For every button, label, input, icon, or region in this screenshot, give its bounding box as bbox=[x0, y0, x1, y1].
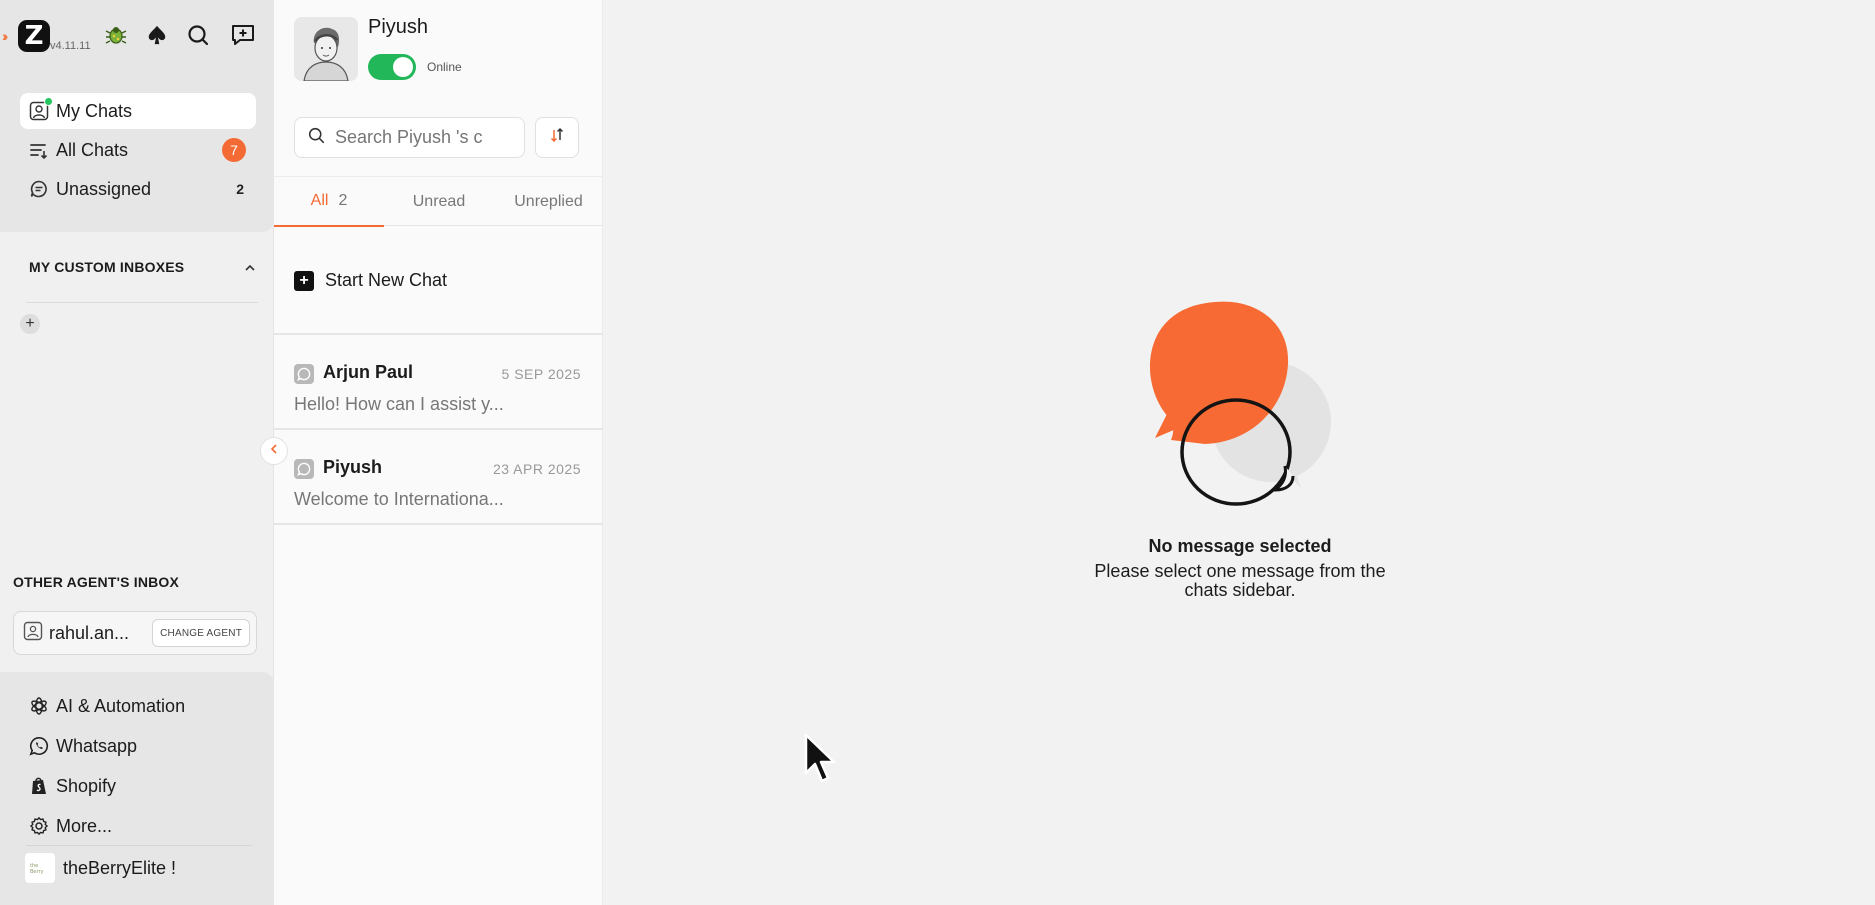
empty-chat-illustration bbox=[1125, 292, 1355, 527]
divider bbox=[26, 845, 252, 846]
search-input[interactable] bbox=[335, 127, 515, 148]
nav-label: Whatsapp bbox=[56, 735, 138, 756]
search-icon[interactable] bbox=[183, 20, 213, 50]
user-chat-icon bbox=[28, 97, 53, 122]
shopify-icon bbox=[28, 775, 50, 797]
nav-shopify[interactable]: Shopify bbox=[28, 770, 116, 802]
nav-all-chats[interactable]: All Chats 7 bbox=[20, 132, 256, 168]
divider bbox=[274, 428, 603, 430]
chat-date: 5 SEP 2025 bbox=[501, 366, 581, 382]
app-logo: Z bbox=[18, 20, 50, 52]
plus-icon: + bbox=[294, 270, 314, 291]
chat-list-panel: Piyush Online All 2 Unread Unreplied + S… bbox=[274, 0, 603, 905]
filter-list-icon bbox=[28, 139, 50, 161]
tab-count: 2 bbox=[338, 192, 348, 209]
chat-contact-name: Piyush bbox=[323, 457, 383, 477]
add-inbox-button[interactable]: + bbox=[20, 314, 40, 334]
tab-label: Unread bbox=[412, 193, 466, 210]
mouse-cursor-icon bbox=[804, 733, 838, 790]
nav-label: AI & Automation bbox=[56, 695, 186, 716]
chat-list-item[interactable]: Piyush 23 APR 2025 Welcome to Internatio… bbox=[274, 439, 603, 533]
search-icon bbox=[308, 127, 325, 149]
whatsapp-icon bbox=[28, 735, 50, 757]
online-status: Online bbox=[427, 60, 462, 74]
chat-date: 23 APR 2025 bbox=[492, 461, 581, 477]
tab-label: Unreplied bbox=[514, 193, 583, 210]
gear-icon bbox=[28, 815, 50, 837]
nav-ai-automation[interactable]: AI & Automation bbox=[28, 690, 185, 722]
chat-preview: Welcome to Internationa... bbox=[294, 489, 504, 509]
nav-more[interactable]: More... bbox=[28, 810, 112, 842]
unassigned-count: 2 bbox=[236, 181, 244, 197]
nav-whatsapp[interactable]: Whatsapp bbox=[28, 730, 137, 762]
divider bbox=[274, 523, 603, 525]
new-message-icon[interactable] bbox=[228, 20, 258, 50]
unread-badge: 7 bbox=[222, 138, 246, 162]
store-name: theBerryElite ! bbox=[63, 857, 177, 878]
online-dot bbox=[44, 97, 53, 106]
change-agent-button[interactable]: CHANGE AGENT bbox=[152, 619, 250, 647]
nav-my-chats[interactable]: My Chats bbox=[20, 93, 256, 129]
tab-all[interactable]: All 2 bbox=[274, 177, 384, 227]
collapse-sidebar-button[interactable] bbox=[260, 437, 288, 465]
nav-unassigned[interactable]: Unassigned 2 bbox=[20, 171, 256, 207]
sidebar: ›› Z v4.11.11 My Chats All Chats 7 Unass… bbox=[0, 0, 274, 905]
bug-icon[interactable] bbox=[101, 20, 131, 50]
chevron-left-icon bbox=[268, 442, 280, 460]
openai-icon bbox=[28, 695, 50, 717]
chat-bubble-icon bbox=[28, 178, 50, 200]
svg-text:Berry: Berry bbox=[30, 869, 44, 875]
empty-state-title: No message selected bbox=[1148, 536, 1332, 556]
conversation-area bbox=[603, 0, 1875, 905]
search-box bbox=[294, 117, 525, 158]
tab-label: All bbox=[310, 192, 329, 209]
start-new-chat-label: Start New Chat bbox=[325, 270, 448, 290]
avatar[interactable] bbox=[294, 17, 358, 81]
store-logo: the Berry bbox=[25, 853, 55, 883]
chevron-up-icon[interactable] bbox=[240, 258, 260, 278]
agent-icon bbox=[23, 621, 43, 646]
tab-unread[interactable]: Unread bbox=[384, 177, 494, 227]
nav-label: More... bbox=[56, 815, 113, 836]
chat-list-item[interactable]: Arjun Paul 5 SEP 2025 Hello! How can I a… bbox=[274, 344, 603, 438]
whatsapp-icon bbox=[294, 364, 314, 384]
divider bbox=[26, 302, 258, 303]
expand-sidebar-icon[interactable]: ›› bbox=[2, 28, 9, 44]
online-toggle[interactable] bbox=[368, 54, 416, 80]
nav-label: Shopify bbox=[56, 775, 117, 796]
nav-label: My Chats bbox=[56, 100, 133, 121]
agent-name: rahul.an... bbox=[49, 622, 130, 643]
app-version: v4.11.11 bbox=[50, 40, 91, 52]
sort-button[interactable] bbox=[535, 117, 579, 158]
sort-icon bbox=[548, 126, 566, 149]
nav-label: All Chats bbox=[56, 139, 129, 160]
user-name: Piyush bbox=[368, 16, 429, 38]
store-switcher[interactable]: the Berry theBerryElite ! bbox=[25, 851, 176, 885]
custom-inboxes-title: MY CUSTOM INBOXES bbox=[29, 259, 185, 275]
tab-unreplied[interactable]: Unreplied bbox=[494, 177, 603, 227]
empty-state-subtitle-line: Please select one message from the bbox=[1094, 561, 1386, 581]
empty-state-subtitle-line: chats sidebar. bbox=[1184, 580, 1296, 600]
chat-contact-name: Arjun Paul bbox=[323, 362, 414, 382]
other-agent-inbox-title: OTHER AGENT'S INBOX bbox=[13, 574, 180, 590]
empty-state-subtitle: Please select one message from the chats… bbox=[1040, 562, 1440, 600]
spade-icon[interactable] bbox=[142, 20, 172, 50]
agent-selector: rahul.an... CHANGE AGENT bbox=[13, 611, 257, 655]
chat-filter-tabs: All 2 Unread Unreplied bbox=[274, 176, 603, 227]
nav-label: Unassigned bbox=[56, 178, 152, 199]
divider bbox=[274, 333, 603, 335]
whatsapp-icon bbox=[294, 459, 314, 479]
chat-preview: Hello! How can I assist y... bbox=[294, 394, 504, 414]
start-new-chat-button[interactable]: + Start New Chat bbox=[294, 270, 447, 291]
